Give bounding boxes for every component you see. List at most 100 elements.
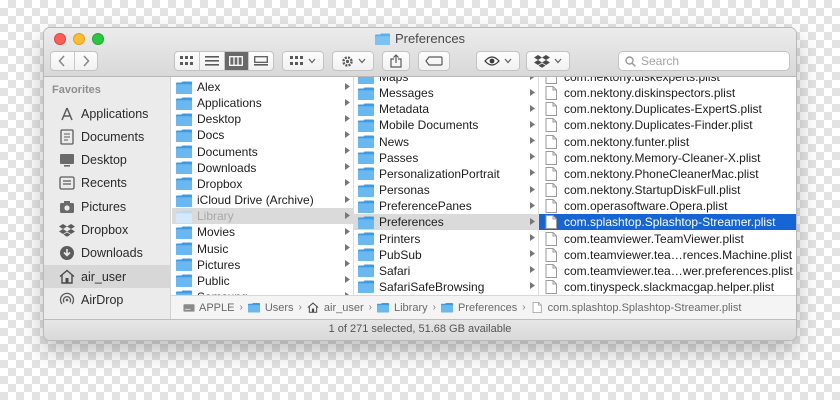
folder-row[interactable]: Movies xyxy=(172,224,353,240)
folder-name: Messages xyxy=(379,86,434,101)
folder-row[interactable]: Printers xyxy=(354,231,538,247)
folder-row[interactable]: Public xyxy=(172,273,353,289)
home-icon xyxy=(307,302,320,313)
folder-row[interactable]: iCloud Drive (Archive) xyxy=(172,192,353,208)
folder-row[interactable]: Downloads xyxy=(172,160,353,176)
path-item-air-user[interactable]: air_user xyxy=(307,302,364,314)
folder-row[interactable]: Pictures xyxy=(172,257,353,273)
search-field[interactable]: Search xyxy=(618,51,790,71)
dropbox-button[interactable] xyxy=(526,51,570,71)
sidebar-item-downloads[interactable]: Downloads xyxy=(44,242,171,265)
sidebar-item-documents[interactable]: Documents xyxy=(44,125,171,148)
folder-name: Preferences xyxy=(379,215,444,230)
icon-view-button[interactable] xyxy=(175,52,200,70)
sidebar-item-airdrop[interactable]: AirDrop xyxy=(44,288,171,311)
folder-row[interactable]: Passes xyxy=(354,150,538,166)
list-view-button[interactable] xyxy=(200,52,225,70)
gallery-view-button[interactable] xyxy=(249,52,273,70)
folder-icon xyxy=(176,80,192,94)
eye-icon xyxy=(484,56,500,66)
path-item-com-splashtop-splashtop-streamer-plist[interactable]: com.splashtop.Splashtop-Streamer.plist xyxy=(531,302,741,314)
sidebar-item-label: Downloads xyxy=(81,246,143,261)
group-by-button[interactable] xyxy=(282,51,324,71)
path-separator-icon: › xyxy=(239,302,243,313)
sidebar-item-applications[interactable]: Applications xyxy=(44,102,171,125)
folder-row[interactable]: Desktop xyxy=(172,111,353,127)
file-row[interactable]: com.nektony.diskexperts.plist xyxy=(539,77,796,85)
folder-name: Safari xyxy=(379,263,411,278)
folder-name: Mobile Documents xyxy=(379,118,479,133)
file-row[interactable]: com.nektony.funter.plist xyxy=(539,134,796,150)
folder-name: Downloads xyxy=(197,160,257,175)
folder-row[interactable]: PersonalizationPortrait xyxy=(354,166,538,182)
file-row[interactable]: com.operasoftware.Opera.plist xyxy=(539,198,796,214)
file-row[interactable]: com.teamviewer.tea…wer.preferences.plist xyxy=(539,263,796,279)
title-bar[interactable]: Preferences Search xyxy=(44,28,796,77)
chevron-right-icon xyxy=(83,55,90,67)
folder-row[interactable]: Maps xyxy=(354,77,538,85)
action-menu-button[interactable] xyxy=(332,51,374,71)
file-row[interactable]: com.nektony.Duplicates-ExpertS.plist xyxy=(539,101,796,117)
folder-row[interactable]: Documents xyxy=(172,144,353,160)
folder-row[interactable]: Dropbox xyxy=(172,176,353,192)
file-row[interactable]: com.teamviewer.TeamViewer.plist xyxy=(539,231,796,247)
file-row[interactable]: com.splashtop.Splashtop-Streamer.plist xyxy=(539,214,796,231)
file-row[interactable]: com.nektony.StartupDiskFull.plist xyxy=(539,182,796,198)
folder-icon xyxy=(358,248,374,262)
folder-row[interactable]: Messages xyxy=(354,85,538,101)
file-row[interactable]: com.tinyspeck.slackmacgap.helper.plist xyxy=(539,279,796,295)
folder-row[interactable]: SafariSafeBrowsing xyxy=(354,279,538,295)
sidebar-item-pictures[interactable]: Pictures xyxy=(44,195,171,218)
folder-row[interactable]: PreferencePanes xyxy=(354,198,538,214)
folder-icon xyxy=(358,77,374,84)
path-item-apple[interactable]: APPLE xyxy=(182,302,234,314)
folder-row[interactable]: Safari xyxy=(354,263,538,279)
share-button[interactable] xyxy=(382,51,410,71)
sidebar-item-desktop[interactable]: Desktop xyxy=(44,149,171,172)
folder-row[interactable]: Preferences xyxy=(354,214,538,231)
file-name: com.teamviewer.tea…rences.Machine.plist xyxy=(564,247,793,262)
folder-row[interactable]: Applications xyxy=(172,95,353,111)
tags-button[interactable] xyxy=(418,51,450,71)
folder-row[interactable]: Alex xyxy=(172,79,353,95)
folder-row[interactable]: Docs xyxy=(172,127,353,143)
path-item-preferences[interactable]: Preferences xyxy=(441,302,517,314)
path-item-library[interactable]: Library xyxy=(377,302,428,314)
sidebar-item-dropbox[interactable]: Dropbox xyxy=(44,219,171,242)
file-row[interactable]: com.nektony.Memory-Cleaner-X.plist xyxy=(539,150,796,166)
folder-row[interactable]: Personas xyxy=(354,182,538,198)
disclosure-arrow-icon xyxy=(341,82,353,92)
dropbox-icon xyxy=(58,221,76,239)
folder-icon xyxy=(441,302,454,313)
quick-look-button[interactable] xyxy=(476,51,520,71)
folder-name: Maps xyxy=(379,77,409,84)
file-name: com.nektony.PhoneCleanerMac.plist xyxy=(564,166,759,181)
file-row[interactable]: com.nektony.PhoneCleanerMac.plist xyxy=(539,166,796,182)
folder-row[interactable]: News xyxy=(354,134,538,150)
sidebar-item-air-user[interactable]: air_user xyxy=(44,265,171,289)
folder-row[interactable]: Library xyxy=(172,208,353,225)
folder-row[interactable]: Metadata xyxy=(354,101,538,117)
sidebar-item-label: Documents xyxy=(81,129,145,144)
disclosure-arrow-icon xyxy=(526,88,538,98)
file-row[interactable]: com.nektony.Duplicates-Finder.plist xyxy=(539,117,796,133)
search-placeholder: Search xyxy=(641,54,680,68)
column-preferences[interactable]: com.nektony.diskexperts.plist com.nektony… xyxy=(539,77,796,319)
file-row[interactable]: com.teamviewer.tea…rences.Machine.plist xyxy=(539,247,796,263)
column-view-button[interactable] xyxy=(224,52,250,70)
path-item-label: APPLE xyxy=(199,301,235,314)
sidebar-item-label: Applications xyxy=(81,106,149,121)
forward-button[interactable] xyxy=(75,52,98,70)
folder-name: iCloud Drive (Archive) xyxy=(197,193,314,208)
back-button[interactable] xyxy=(51,52,75,70)
folder-row[interactable]: Music xyxy=(172,241,353,257)
folder-row[interactable]: PubSub xyxy=(354,247,538,263)
sidebar-item-recents[interactable]: Recents xyxy=(44,172,171,195)
folder-row[interactable]: Mobile Documents xyxy=(354,117,538,133)
column-library[interactable]: Maps Messages Metadata Mobile Documents News… xyxy=(354,77,539,319)
path-item-users[interactable]: Users xyxy=(248,302,294,314)
file-row[interactable]: com.nektony.diskinspectors.plist xyxy=(539,85,796,101)
folder-icon xyxy=(176,225,192,239)
document-icon xyxy=(543,166,559,181)
column-home[interactable]: Alex Applications Desktop Docs Documents Down… xyxy=(172,77,354,319)
